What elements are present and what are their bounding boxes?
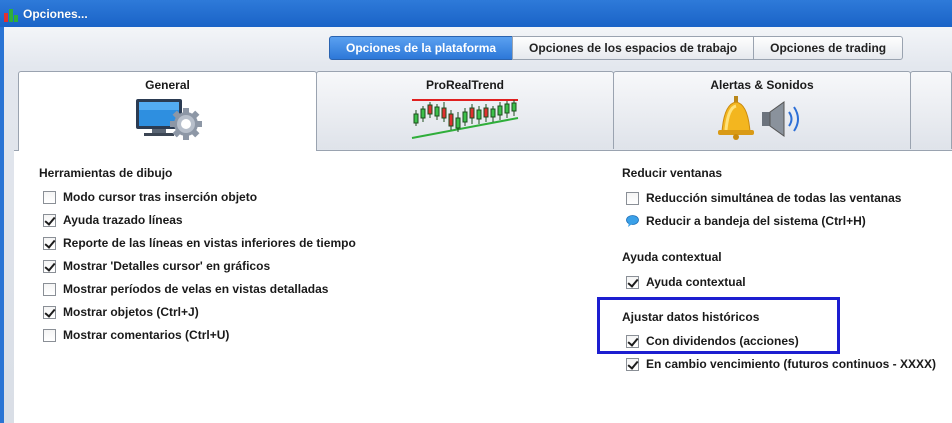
candlestick-trend-icon xyxy=(411,99,519,139)
option-cursor-mode[interactable]: Modo cursor tras inserción objeto xyxy=(43,190,257,204)
checkbox-unchecked[interactable] xyxy=(43,190,56,204)
option-show-comments[interactable]: Mostrar comentarios (Ctrl+U) xyxy=(43,328,229,342)
tab-general-label: General xyxy=(145,78,190,92)
workspace-options-button[interactable]: Opciones de los espacios de trabajo xyxy=(512,36,755,60)
platform-options-button[interactable]: Opciones de la plataforma xyxy=(329,36,514,60)
checkbox-unchecked[interactable] xyxy=(43,328,56,342)
option-reduce-to-tray[interactable]: Reducir a bandeja del sistema (Ctrl+H) xyxy=(626,214,866,228)
checkbox-checked[interactable] xyxy=(43,305,56,319)
option-label: Reducción simultánea de todas las ventan… xyxy=(646,191,902,205)
option-label: Reporte de las líneas en vistas inferior… xyxy=(63,236,356,250)
context-help-heading: Ayuda contextual xyxy=(622,250,722,264)
option-reduce-all-windows[interactable]: Reducción simultánea de todas las ventan… xyxy=(626,191,901,205)
option-candle-periods[interactable]: Mostrar períodos de velas en vistas deta… xyxy=(43,282,328,296)
tab-prorealtrend[interactable]: ProRealTrend xyxy=(316,71,614,149)
checkbox-checked[interactable] xyxy=(43,213,56,227)
option-show-objects[interactable]: Mostrar objetos (Ctrl+J) xyxy=(43,305,199,319)
checkbox-checked[interactable] xyxy=(43,259,56,273)
option-label: Reducir a bandeja del sistema (Ctrl+H) xyxy=(646,214,866,228)
app-candlestick-icon xyxy=(4,6,20,22)
speech-bubble-icon xyxy=(626,215,639,227)
option-line-report[interactable]: Reporte de las líneas en vistas inferior… xyxy=(43,236,356,250)
checkbox-checked[interactable] xyxy=(43,236,56,250)
tab-more[interactable] xyxy=(910,71,952,149)
dialog-body: Opciones de la plataforma Opciones de lo… xyxy=(0,27,952,423)
trading-options-button[interactable]: Opciones de trading xyxy=(753,36,904,60)
tab-alertas-label: Alertas & Sonidos xyxy=(710,78,814,92)
general-settings-panel: Herramientas de dibujo Modo cursor tras … xyxy=(14,150,952,423)
checkbox-checked[interactable] xyxy=(626,275,639,289)
option-label: Modo cursor tras inserción objeto xyxy=(63,190,258,204)
window-title: Opciones... xyxy=(23,6,88,21)
checkbox-checked[interactable] xyxy=(626,357,639,371)
option-expiry-change[interactable]: En cambio vencimiento (futuros continuos… xyxy=(626,357,936,371)
highlight-box xyxy=(597,297,840,354)
option-line-help[interactable]: Ayuda trazado líneas xyxy=(43,213,183,227)
monitor-gear-icon xyxy=(135,99,202,140)
tab-prorealtrend-label: ProRealTrend xyxy=(425,78,505,92)
option-label: Mostrar períodos de velas en vistas deta… xyxy=(63,282,329,296)
option-context-help[interactable]: Ayuda contextual xyxy=(626,275,746,289)
bell-speaker-icon xyxy=(718,96,799,140)
option-label: Mostrar 'Detalles cursor' en gráficos xyxy=(63,259,271,273)
drawing-tools-heading: Herramientas de dibujo xyxy=(39,166,173,180)
option-cursor-details[interactable]: Mostrar 'Detalles cursor' en gráficos xyxy=(43,259,270,273)
tab-strip: General ProRealTrend Alertas & Sonidos xyxy=(14,71,952,151)
option-label: Mostrar objetos (Ctrl+J) xyxy=(63,305,199,319)
checkbox-unchecked[interactable] xyxy=(626,191,639,205)
tab-alertas-sonidos[interactable]: Alertas & Sonidos xyxy=(613,71,911,149)
title-bar: Opciones... xyxy=(0,0,952,27)
option-label: Mostrar comentarios (Ctrl+U) xyxy=(63,328,230,342)
reduce-windows-heading: Reducir ventanas xyxy=(622,166,723,180)
tab-general[interactable]: General xyxy=(18,71,317,151)
option-label: Ayuda trazado líneas xyxy=(63,213,183,227)
options-category-switch: Opciones de la plataforma Opciones de lo… xyxy=(329,36,904,60)
option-label: Ayuda contextual xyxy=(646,275,746,289)
checkbox-unchecked[interactable] xyxy=(43,282,56,296)
option-label: En cambio vencimiento (futuros continuos… xyxy=(646,357,937,371)
